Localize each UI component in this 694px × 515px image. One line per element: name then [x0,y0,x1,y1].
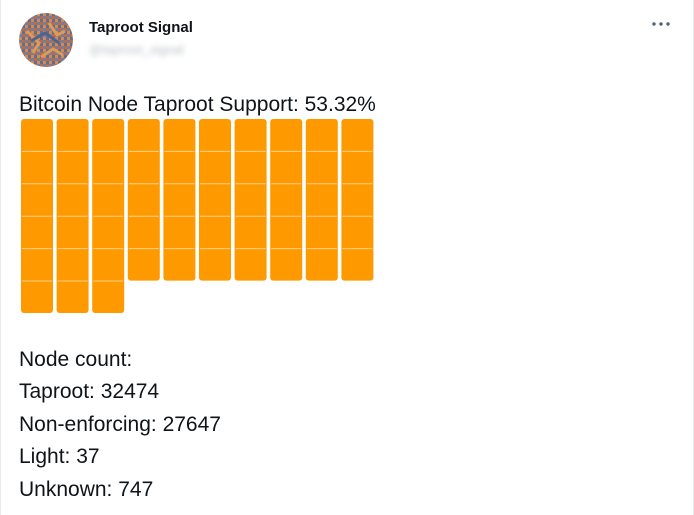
avatar[interactable] [19,13,73,67]
tweet-headline: Bitcoin Node Taproot Support: 53.32% [19,93,376,116]
tweet-card: Taproot Signal @taproot_signal Bitcoin N… [0,0,694,515]
stat-line-taproot: Taproot: 32474 [19,380,160,404]
progress-column [305,119,338,281]
stats-heading: Node count: [19,348,133,371]
node-count-stats: Node count: Taproot: 32474 Non-enforcing… [19,344,221,506]
progress-column [341,119,374,281]
stat-line-unknown: Unknown: 747 [19,477,154,501]
author-handle[interactable]: @taproot_signal [89,42,184,57]
progress-column [199,119,231,281]
progress-column [234,119,267,281]
progress-column [270,119,303,281]
stat-line-non-enforcing: Non-enforcing: 27647 [19,412,221,436]
stat-line-light: Light: 37 [19,445,100,469]
author-name[interactable]: Taproot Signal [89,19,193,36]
progress-column [127,119,160,281]
more-horizontal-icon [652,22,670,26]
avatar-image [19,13,73,67]
taproot-progress-blocks [21,119,374,313]
more-options-button[interactable] [647,14,675,34]
progress-column [163,119,196,281]
